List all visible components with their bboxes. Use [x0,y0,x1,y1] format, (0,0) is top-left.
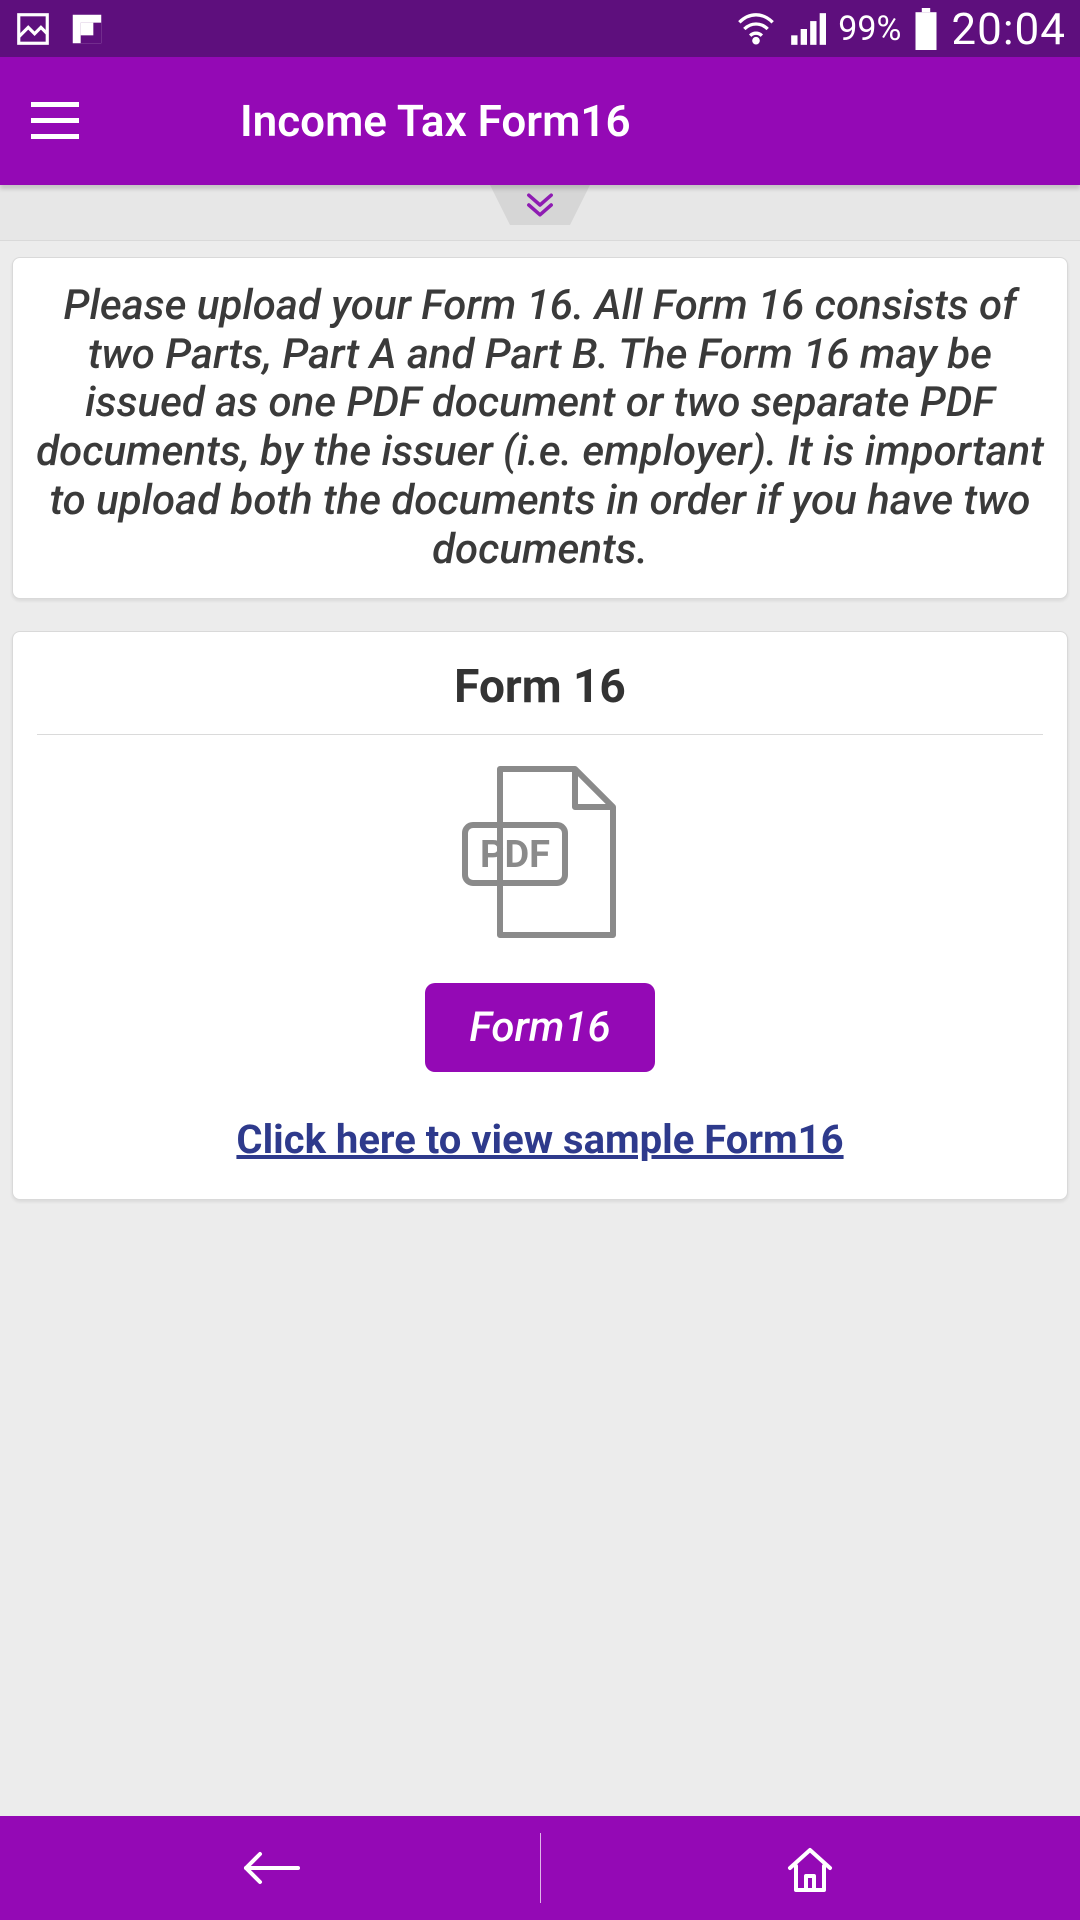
image-icon [14,10,52,48]
chevron-double-down-icon [523,191,557,219]
nav-home-button[interactable] [541,1816,1080,1920]
form16-card: Form 16 PDF Form16 Click here to view sa… [12,631,1068,1200]
arrow-left-icon [238,1846,302,1890]
status-left-icons [14,10,106,48]
upload-form16-button[interactable]: Form16 [425,983,654,1072]
page-title: Income Tax Form16 [240,95,631,147]
pdf-badge-text: PDF [480,833,550,877]
flipboard-icon [68,10,106,48]
expand-tab[interactable] [490,185,590,225]
view-sample-link[interactable]: Click here to view sample Form16 [37,1116,1043,1163]
content-area: Please upload your Form 16. All Form 16 … [0,241,1080,1248]
menu-button[interactable] [0,57,110,185]
info-card: Please upload your Form 16. All Form 16 … [12,257,1068,599]
nav-back-button[interactable] [0,1816,540,1920]
clock-time: 20:04 [951,3,1066,55]
hamburger-icon [31,102,79,140]
battery-percent: 99% [838,9,901,49]
battery-icon [913,8,939,50]
bottom-nav [0,1816,1080,1920]
pdf-icon-wrap: PDF [37,763,1043,943]
status-right-icons: 99% 20:04 [736,3,1066,55]
status-bar: 99% 20:04 [0,0,1080,57]
wifi-icon [736,9,776,49]
expand-strip [0,185,1080,241]
pdf-file-icon[interactable]: PDF [455,763,625,943]
app-bar: Income Tax Form16 [0,57,1080,185]
home-icon [782,1842,838,1894]
info-text: Please upload your Form 16. All Form 16 … [27,282,1053,574]
divider [37,734,1043,735]
form16-title: Form 16 [37,632,1043,734]
cell-signal-icon [788,10,826,48]
